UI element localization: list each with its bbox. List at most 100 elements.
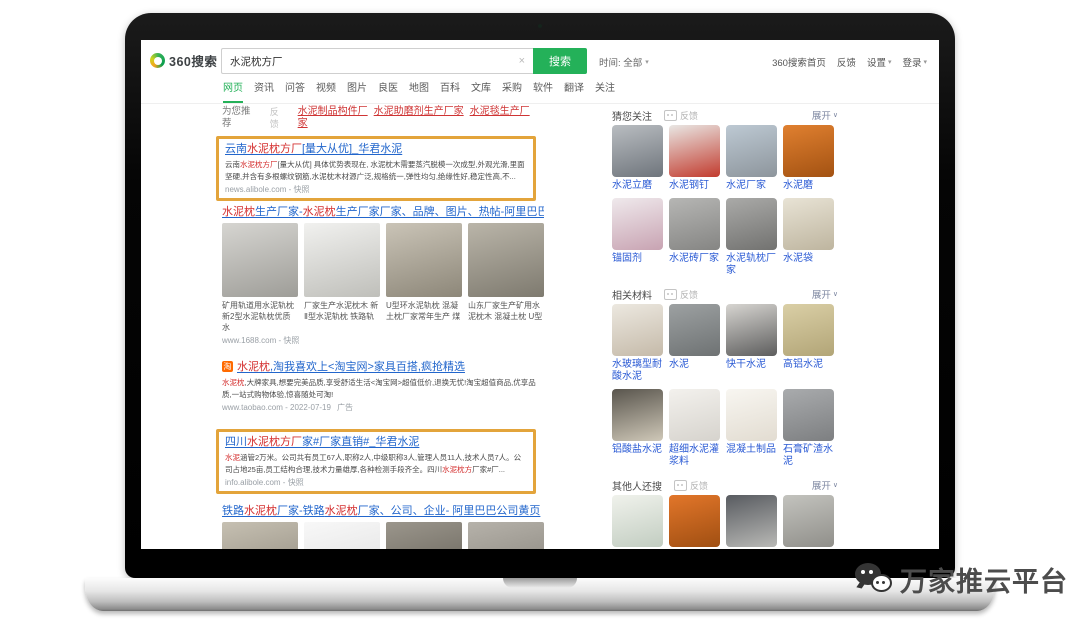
related-image-thumbnail (612, 304, 663, 356)
related-image-item[interactable]: 铝酸盐水泥 (612, 389, 663, 468)
related-image-item[interactable]: 水泥砖厂家 (669, 198, 720, 277)
feedback-button[interactable]: 反馈 (674, 479, 708, 492)
related-image-thumbnail (612, 495, 663, 547)
related-image-thumbnail (726, 125, 777, 177)
clear-icon[interactable]: × (519, 54, 525, 68)
search-tab[interactable]: 图片 (347, 80, 367, 103)
search-tab[interactable]: 资讯 (254, 80, 274, 103)
result-thumbnail[interactable] (222, 522, 298, 549)
search-button[interactable]: 搜索 (533, 48, 587, 74)
caret-down-icon: ▾ (888, 58, 892, 66)
snapshot-link[interactable]: 快照 (293, 185, 309, 194)
chevron-down-icon: ∨ (833, 111, 838, 119)
result-title-link[interactable]: 淘水泥枕,淘我喜欢上<淘宝网>家具百搭,疯抢精选 (222, 360, 544, 375)
search-tab[interactable]: 问答 (285, 80, 305, 103)
related-image-item[interactable] (612, 495, 663, 547)
related-image-item[interactable] (669, 495, 720, 547)
related-image-item[interactable]: 超细水泥灌浆料 (669, 389, 720, 468)
thumbnail-caption[interactable]: 山东厂家生产矿用水泥枕木 混凝土枕 U型 (468, 300, 544, 333)
related-image-caption: 水玻璃型耐酸水泥 (612, 359, 663, 383)
thumbnail-caption[interactable]: 矿用轨道用水泥轨枕 新2型水泥轨枕优质水 (222, 300, 298, 333)
search-tab[interactable]: 良医 (378, 80, 398, 103)
result-title-link[interactable]: 水泥枕生产厂家-水泥枕生产厂家厂家、品牌、图片、热帖-阿里巴巴 (222, 205, 544, 220)
feedback-button[interactable]: 反馈 (664, 109, 698, 122)
recommend-link[interactable]: 水泥制品构件厂 (298, 106, 368, 117)
result-thumbnail[interactable] (304, 223, 380, 297)
related-image-item[interactable]: 高铝水泥 (783, 304, 834, 383)
thumbnail-caption[interactable]: 厂家生产水泥枕木 新Ⅱ型水泥轨枕 铁路轨 (304, 300, 380, 333)
result-snippet: 水泥枕,大牌家具,想要完美品质,享受舒适生活<淘宝网>超值低价,退换无忧!淘宝超… (222, 377, 544, 400)
recommend-link[interactable]: 水泥助磨剂生产厂家 (374, 106, 464, 117)
expand-label: 展开 (812, 287, 831, 301)
top-nav-link[interactable]: 360搜索首页 (772, 55, 826, 69)
related-image-item[interactable]: 水泥立磨 (612, 125, 663, 192)
result-title-link[interactable]: 四川水泥枕方厂家#厂家直销#_华君水泥 (225, 435, 527, 450)
expand-button[interactable]: 展开∨ (812, 287, 838, 301)
top-nav-link[interactable]: 反馈 (837, 55, 856, 69)
result-title-text: 四川 (225, 436, 247, 448)
related-image-item[interactable] (726, 495, 777, 547)
search-tab[interactable]: 视频 (316, 80, 336, 103)
search-result-highlighted: 云南水泥枕方厂[量大从优]_华君水泥云南水泥枕方厂[量大从优] 具体优势表现在,… (216, 136, 536, 201)
related-image-row: 铝酸盐水泥超细水泥灌浆料混凝土制品石膏矿渣水泥 (612, 389, 838, 468)
result-title-text: 水泥枕 (303, 206, 336, 218)
related-image-item[interactable]: 水泥 (669, 304, 720, 383)
result-title-link[interactable]: 云南水泥枕方厂[量大从优]_华君水泥 (225, 142, 527, 157)
recommend-feedback[interactable]: 反馈 (270, 106, 288, 130)
result-snippet: 云南水泥枕方厂[量大从优] 具体优势表现在, 水泥枕木需要蒸汽脱模一次成型,外观… (225, 159, 527, 182)
related-section: 其他人还搜反馈 展开∨ (612, 478, 838, 547)
related-image-item[interactable]: 石膏矿渣水泥 (783, 389, 834, 468)
related-image-item[interactable] (783, 495, 834, 547)
related-image-caption: 水泥厂家 (726, 180, 777, 192)
section-title: 其他人还搜 (612, 478, 662, 493)
related-image-item[interactable]: 水泥磨 (783, 125, 834, 192)
related-section-header: 相关材料反馈展开∨ (612, 287, 838, 301)
search-tab[interactable]: 网页 (223, 80, 243, 103)
360-search-logo[interactable]: 360搜索 (150, 51, 217, 70)
related-image-item[interactable]: 水泥厂家 (726, 125, 777, 192)
snippet-text: 云南 (225, 160, 240, 169)
expand-button[interactable]: 展开∨ (812, 478, 838, 492)
watermark-text: 万家推云平台 (900, 560, 1068, 599)
result-thumbnail[interactable] (386, 223, 462, 297)
search-result: 淘水泥枕,淘我喜欢上<淘宝网>家具百搭,疯抢精选水泥枕,大牌家具,想要完美品质,… (222, 360, 544, 413)
search-tab[interactable]: 文库 (471, 80, 491, 103)
result-thumbnail[interactable] (386, 522, 462, 549)
result-title-text: [量大从优]_华君水泥 (302, 143, 402, 155)
search-tab[interactable]: 关注 (595, 80, 615, 103)
related-image-item[interactable]: 混凝土制品 (726, 389, 777, 468)
result-thumbnail[interactable] (468, 522, 544, 549)
chevron-down-icon: ∨ (833, 290, 838, 298)
result-thumbnail[interactable] (468, 223, 544, 297)
top-nav-link[interactable]: 设置▾ (867, 55, 892, 69)
feedback-button[interactable]: 反馈 (664, 288, 698, 301)
result-title-text: 云南 (225, 143, 247, 155)
result-title-text: 铁路 (222, 505, 244, 517)
source-url: info.alibole.com - (225, 478, 288, 487)
related-image-item[interactable]: 水泥袋 (783, 198, 834, 277)
related-image-item[interactable]: 快干水泥 (726, 304, 777, 383)
thumbnail-caption[interactable]: U型环水泥轨枕 混凝土枕厂家常年生产 煤 (386, 300, 462, 333)
related-image-item[interactable]: 水泥钢钉 (669, 125, 720, 192)
time-filter[interactable]: 时间: 全部 ▾ (599, 55, 649, 69)
search-tab[interactable]: 百科 (440, 80, 460, 103)
snapshot-link[interactable]: 快照 (288, 478, 304, 487)
result-thumbnail[interactable] (222, 223, 298, 297)
search-tab[interactable]: 软件 (533, 80, 553, 103)
snapshot-link[interactable]: 快照 (283, 336, 299, 345)
related-image-item[interactable]: 水玻璃型耐酸水泥 (612, 304, 663, 383)
search-tab[interactable]: 采购 (502, 80, 522, 103)
result-title-text: 水泥枕方厂 (247, 143, 302, 155)
result-title-text: 生产厂家- (255, 206, 303, 218)
top-nav-link[interactable]: 登录▾ (902, 55, 927, 69)
result-thumbnail[interactable] (304, 522, 380, 549)
search-input[interactable] (221, 48, 533, 74)
related-image-item[interactable]: 水泥轨枕厂家 (726, 198, 777, 277)
result-title-link[interactable]: 铁路水泥枕厂家-铁路水泥枕厂家、公司、企业- 阿里巴巴公司黄页 (222, 504, 544, 519)
search-tab[interactable]: 翻译 (564, 80, 584, 103)
expand-button[interactable]: 展开∨ (812, 108, 838, 122)
results-list: 云南水泥枕方厂[量大从优]_华君水泥云南水泥枕方厂[量大从优] 具体优势表现在,… (222, 136, 544, 549)
search-tab[interactable]: 地图 (409, 80, 429, 103)
related-image-thumbnail (669, 125, 720, 177)
related-image-item[interactable]: 锚固剂 (612, 198, 663, 277)
